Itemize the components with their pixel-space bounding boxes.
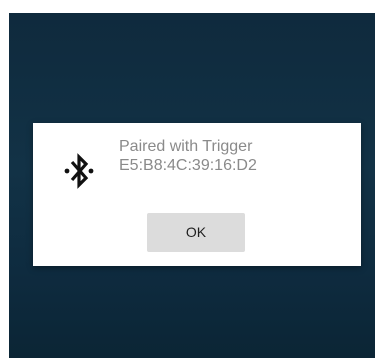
device-address: E5:B8:4C:39:16:D2 [119,157,257,174]
app-background: Paired with Trigger E5:B8:4C:39:16:D2 OK [9,13,375,358]
dialog-message: Paired with Trigger E5:B8:4C:39:16:D2 [119,137,257,175]
bluetooth-icon [64,151,94,191]
pairing-dialog: Paired with Trigger E5:B8:4C:39:16:D2 OK [33,123,361,266]
message-title: Paired with Trigger [119,138,253,155]
ok-button[interactable]: OK [147,213,245,252]
